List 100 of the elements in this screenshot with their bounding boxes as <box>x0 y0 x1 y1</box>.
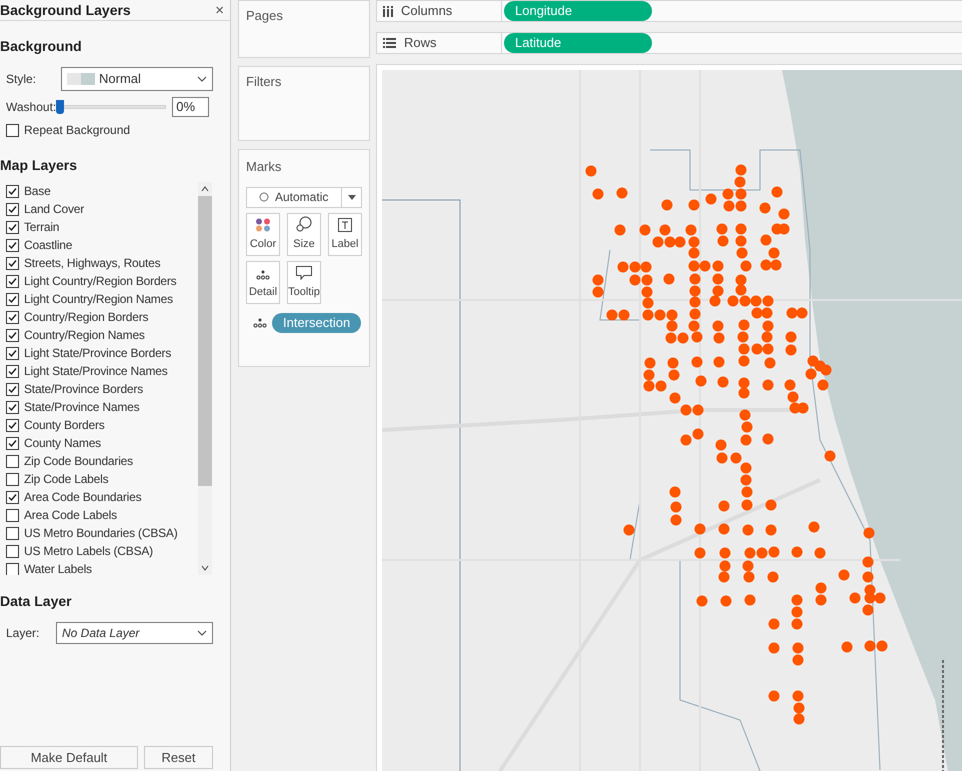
checkbox-label: Light Country/Region Names <box>24 291 173 308</box>
checkbox[interactable]: Zip Code Labels <box>6 470 198 488</box>
checkbox-box[interactable] <box>6 382 19 396</box>
checkbox-box[interactable] <box>6 418 19 432</box>
checkbox[interactable]: US Metro Boundaries (CBSA) <box>6 524 198 542</box>
checkbox[interactable]: Light State/Province Names <box>6 362 198 380</box>
mark-button[interactable]: Label <box>328 212 362 256</box>
checkbox-label: Streets, Highways, Routes <box>24 255 160 272</box>
checkbox[interactable]: Repeat Background <box>6 121 230 139</box>
checkbox[interactable]: Light Country/Region Names <box>6 290 198 308</box>
layer-label: Layer: <box>6 625 40 642</box>
checkbox-box[interactable] <box>6 526 19 540</box>
mark-button[interactable]: Detail <box>246 260 280 304</box>
checkbox-box[interactable] <box>6 436 19 450</box>
checkbox-label: Base <box>24 183 51 200</box>
checkbox-box[interactable] <box>6 490 19 504</box>
checkbox[interactable]: Coastline <box>6 236 198 254</box>
chevron-down-icon <box>197 630 207 636</box>
checkbox[interactable]: Zip Code Boundaries <box>6 452 198 470</box>
card-title: Marks <box>246 158 282 176</box>
checkbox-box[interactable] <box>6 220 19 234</box>
checkbox-box[interactable] <box>6 562 19 575</box>
detail-dots-icon <box>256 270 270 280</box>
checkbox[interactable]: Base <box>6 182 198 200</box>
checkbox-box[interactable] <box>6 124 19 136</box>
rows-icon <box>383 38 396 48</box>
checkbox-label: Coastline <box>24 237 72 254</box>
checkbox-label: Water Labels <box>24 561 92 575</box>
checkbox-box[interactable] <box>6 400 19 414</box>
size-circles-icon <box>296 216 312 232</box>
checkbox[interactable]: Light State/Province Borders <box>6 344 198 362</box>
slider-thumb[interactable] <box>56 100 64 114</box>
layer-dropdown[interactable]: No Data Layer <box>56 622 213 644</box>
speech-bubble-icon <box>296 266 312 280</box>
checkbox[interactable]: US Metro Labels (CBSA) <box>6 542 198 560</box>
checkbox[interactable]: Light Country/Region Borders <box>6 272 198 290</box>
checkbox-label: Land Cover <box>24 201 84 218</box>
section-heading: Data Layer <box>0 592 73 611</box>
circle-icon <box>259 192 269 202</box>
checkbox-box[interactable] <box>6 202 19 216</box>
checkbox[interactable]: Streets, Highways, Routes <box>6 254 198 272</box>
checkbox-box[interactable] <box>6 238 19 252</box>
style-dropdown[interactable]: Normal <box>61 67 213 91</box>
checkbox[interactable]: County Borders <box>6 416 198 434</box>
checkbox-box[interactable] <box>6 310 19 324</box>
checkbox-label: Zip Code Boundaries <box>24 453 133 470</box>
checkbox-label: Light State/Province Borders <box>24 345 172 362</box>
checkbox-label: Light State/Province Names <box>24 363 168 380</box>
checkbox-box[interactable] <box>6 454 19 468</box>
checkbox-label: Zip Code Labels <box>24 471 108 488</box>
checkbox[interactable]: Land Cover <box>6 200 198 218</box>
panel-button[interactable]: Reset <box>144 746 213 769</box>
checkbox-box[interactable] <box>6 274 19 288</box>
checkbox-label: State/Province Names <box>24 399 140 416</box>
checkbox[interactable]: Water Labels <box>6 560 198 575</box>
checkbox-box[interactable] <box>6 256 19 270</box>
checkbox-box[interactable] <box>6 184 19 198</box>
panel-button[interactable]: Make Default <box>0 746 138 769</box>
checkbox-label: Country/Region Names <box>24 327 145 344</box>
washout-slider[interactable] <box>56 100 166 114</box>
checkbox[interactable]: State/Province Names <box>6 398 198 416</box>
checkbox-box[interactable] <box>6 508 19 522</box>
checkbox-box[interactable] <box>6 544 19 558</box>
checkbox[interactable]: County Names <box>6 434 198 452</box>
mark-button[interactable]: Size <box>287 212 321 256</box>
scrollbar[interactable] <box>198 182 212 575</box>
checkbox-label: Light Country/Region Borders <box>24 273 176 290</box>
color-dots-icon <box>255 218 271 232</box>
checkbox-label: County Names <box>24 435 101 452</box>
checkbox-label: Terrain <box>24 219 60 236</box>
checkbox-label: Area Code Boundaries <box>24 489 142 506</box>
section-heading: Background <box>0 37 83 56</box>
chevron-down-icon <box>197 76 207 82</box>
checkbox-box[interactable] <box>6 364 19 378</box>
checkbox-label: County Borders <box>24 417 105 434</box>
checkbox[interactable]: Country/Region Names <box>6 326 198 344</box>
checkbox-box[interactable] <box>6 292 19 306</box>
checkbox-label: Country/Region Borders <box>24 309 148 326</box>
checkbox[interactable]: Area Code Boundaries <box>6 488 198 506</box>
detail-dots-icon <box>253 318 267 328</box>
checkbox-box[interactable] <box>6 472 19 486</box>
checkbox-label: US Metro Boundaries (CBSA) <box>24 525 178 542</box>
checkbox[interactable]: State/Province Borders <box>6 380 198 398</box>
caret-icon <box>348 194 356 200</box>
checkbox-box[interactable] <box>6 328 19 342</box>
checkbox[interactable]: Area Code Labels <box>6 506 198 524</box>
style-label: Style: <box>6 71 38 88</box>
section-heading: Map Layers <box>0 156 78 175</box>
washout-field[interactable]: 0% <box>172 97 210 117</box>
checkbox[interactable]: Country/Region Borders <box>6 308 198 326</box>
checkbox-box[interactable] <box>6 346 19 360</box>
text-label-icon <box>338 218 352 232</box>
mark-button[interactable]: Tooltip <box>287 260 321 304</box>
card-title: Filters <box>246 74 282 89</box>
checkmark-icon <box>8 492 17 502</box>
style-swatch-icon <box>67 73 95 85</box>
mark-type-dropdown[interactable]: Automatic <box>246 186 362 208</box>
mark-button[interactable]: Color <box>246 212 280 256</box>
checkbox[interactable]: Terrain <box>6 218 198 236</box>
close-button[interactable]: × <box>215 2 224 18</box>
